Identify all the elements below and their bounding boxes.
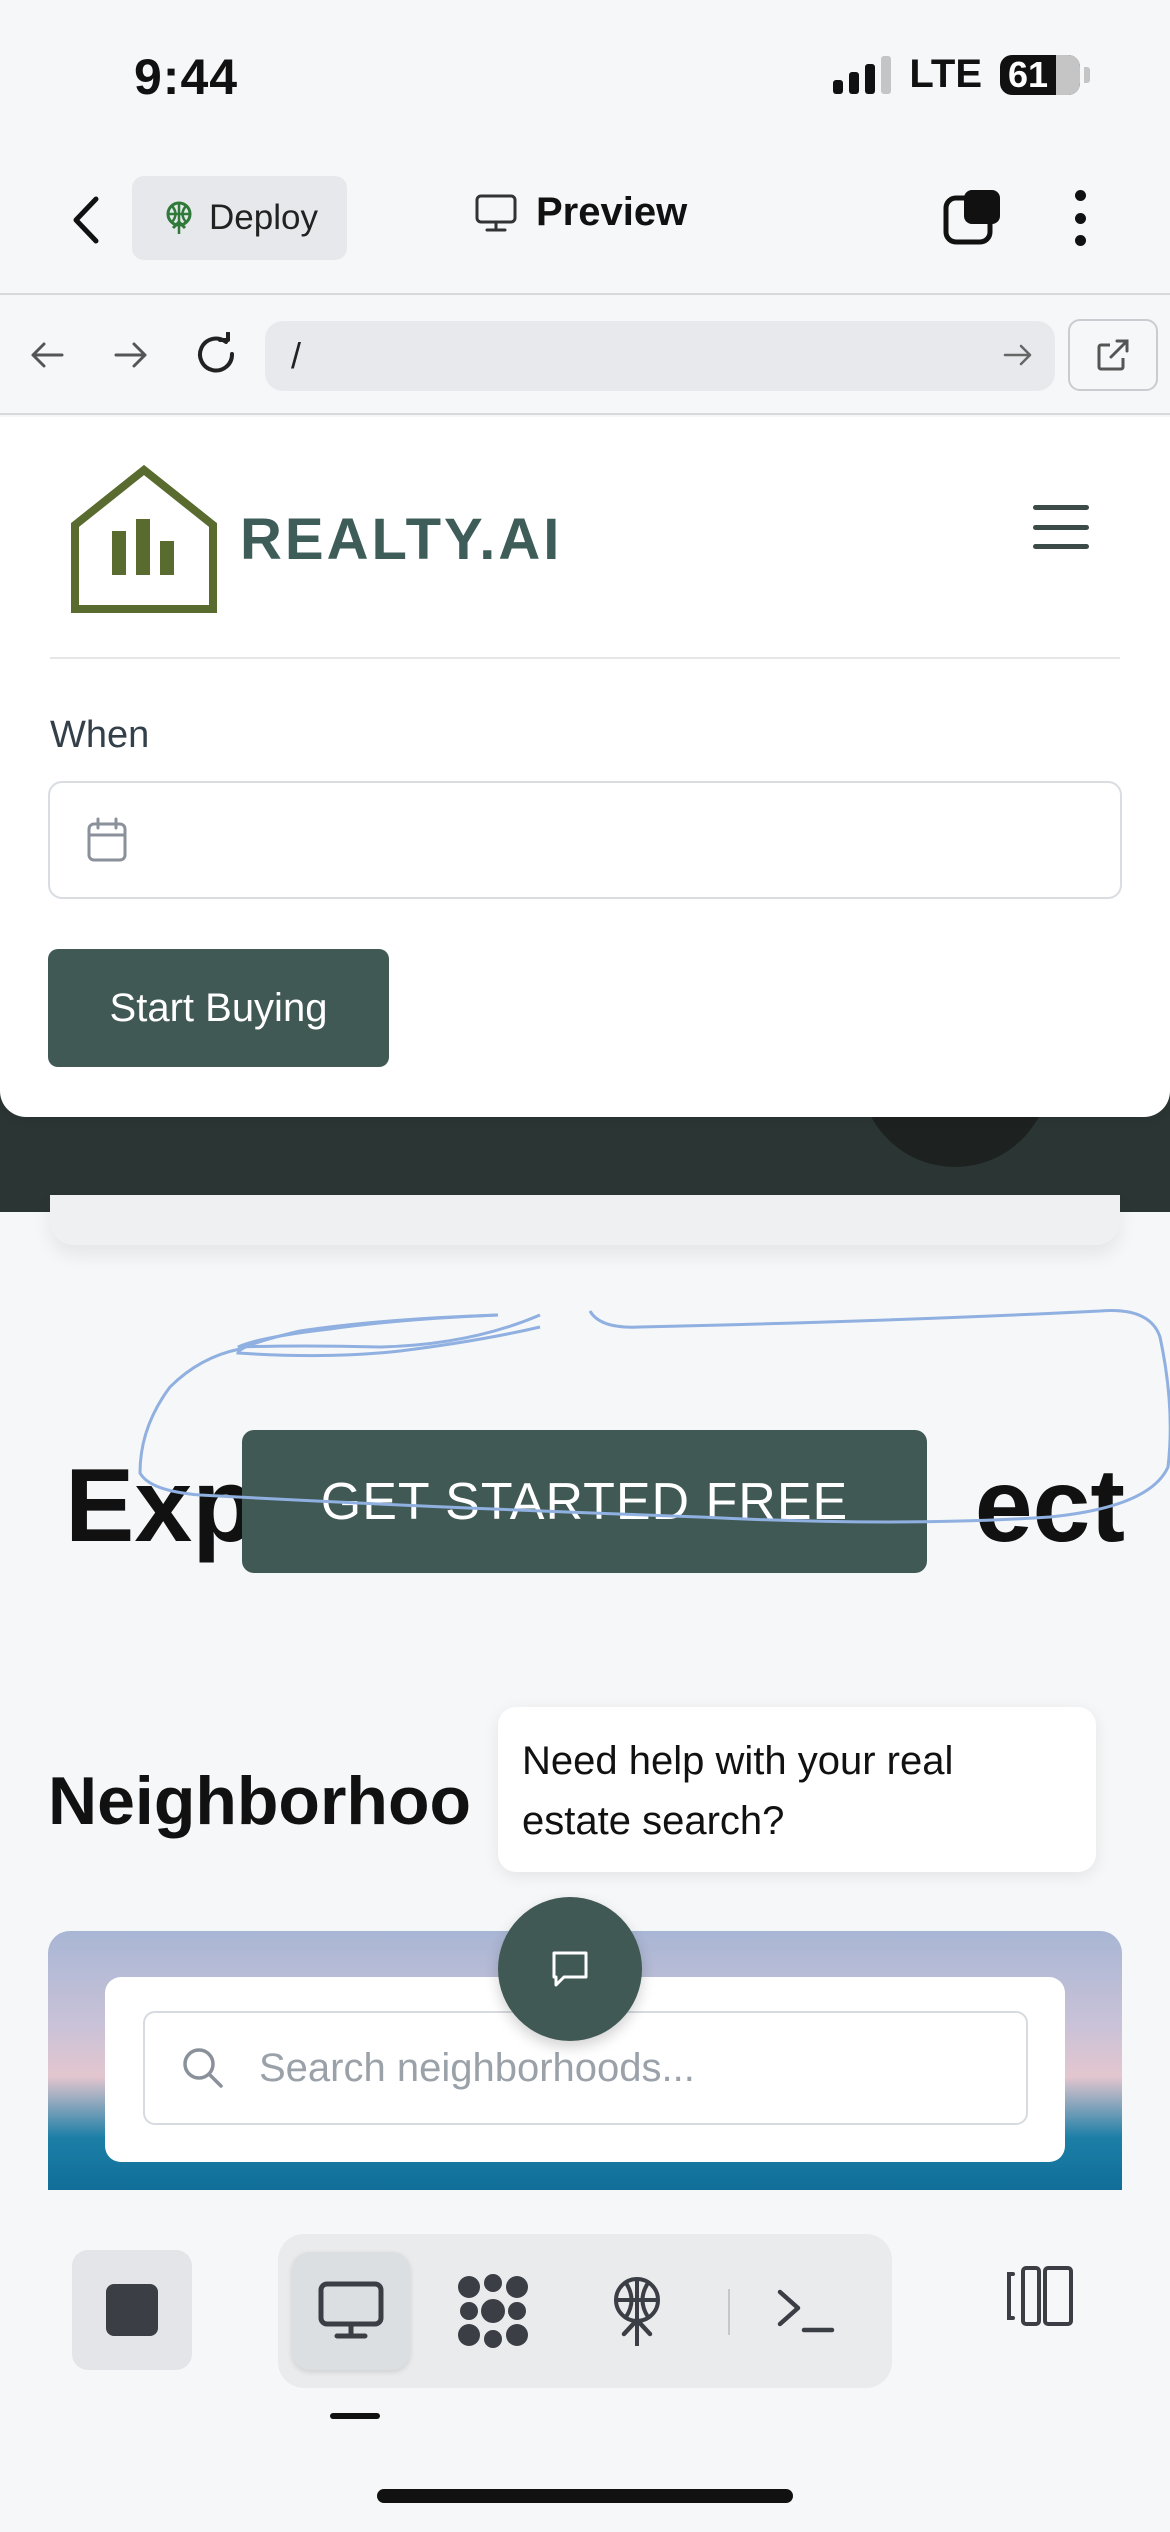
preview-tab[interactable] — [292, 2252, 410, 2370]
terminal-icon — [777, 2289, 835, 2333]
chat-icon — [552, 1951, 588, 1987]
deploy-icon — [614, 2277, 660, 2346]
house-chart-icon — [71, 465, 217, 613]
workspace-icon — [458, 2274, 528, 2348]
more-options-button[interactable] — [1060, 186, 1100, 250]
brand-name: REALTY.AI — [240, 506, 563, 572]
web-preview: REALTY.AI When Start Buying Exp ect GET … — [0, 417, 1170, 2190]
get-started-button[interactable]: GET STARTED FREE — [242, 1430, 927, 1573]
console-tab[interactable] — [746, 2252, 864, 2370]
battery-icon: 61 — [1000, 54, 1080, 95]
view-switcher — [278, 2234, 892, 2388]
battery-level: 61 — [1008, 54, 1049, 95]
preview-label: Preview — [536, 190, 688, 234]
reload-icon — [198, 332, 235, 373]
card-shadow — [50, 1195, 1120, 1245]
url-text: / — [291, 335, 302, 376]
toolbar-separator — [728, 2289, 730, 2335]
status-bar: 9:44 LTE 61 — [0, 0, 1170, 150]
home-indicator — [377, 2489, 793, 2503]
monitor-icon — [318, 2281, 384, 2339]
deploy-label: Deploy — [209, 198, 318, 237]
hero-heading-left: Exp — [65, 1448, 256, 1564]
signal-icon — [833, 55, 892, 94]
sidebar-panels-icon — [1007, 2266, 1073, 2326]
chevron-left-icon — [73, 196, 99, 244]
site-logo[interactable]: REALTY.AI — [70, 465, 562, 613]
agents-tab[interactable] — [434, 2252, 552, 2370]
active-tab-indicator — [330, 2413, 380, 2419]
arrow-right-icon — [114, 342, 147, 368]
preview-title: Preview — [474, 190, 687, 235]
network-label: LTE — [909, 52, 982, 96]
back-button[interactable] — [60, 190, 110, 250]
battery-cap — [1084, 66, 1090, 83]
browser-forward-button[interactable] — [106, 327, 156, 383]
open-external-button[interactable] — [1068, 319, 1158, 391]
arrow-left-icon — [31, 342, 64, 368]
calendar-icon — [87, 817, 127, 862]
bottom-toolbar — [0, 2190, 1170, 2532]
start-buying-button[interactable]: Start Buying — [48, 949, 389, 1067]
stop-button[interactable] — [72, 2250, 192, 2370]
site-header-card: REALTY.AI When Start Buying — [0, 417, 1170, 1117]
deploy-icon — [166, 201, 192, 234]
tabs-icon — [943, 190, 1000, 245]
reload-button[interactable] — [192, 327, 242, 383]
status-time: 9:44 — [134, 49, 239, 105]
hero-heading-right: ect — [974, 1448, 1125, 1564]
browser-back-button[interactable] — [22, 327, 72, 383]
status-indicators: LTE 61 — [833, 52, 1090, 97]
url-input[interactable]: / — [265, 321, 1055, 391]
deploy-tab[interactable] — [578, 2252, 696, 2370]
search-placeholder: Search neighborhoods... — [259, 2045, 695, 2090]
chat-help-bubble[interactable]: Need help with your real estate search? — [498, 1707, 1096, 1872]
tabs-button[interactable] — [940, 186, 1004, 250]
deploy-button[interactable]: Deploy — [132, 176, 347, 260]
neighborhoods-heading: Neighborhoo — [48, 1763, 472, 1839]
app-top-bar: Deploy Preview — [0, 150, 1170, 295]
divider — [50, 657, 1120, 659]
go-arrow-icon[interactable] — [1001, 338, 1035, 372]
external-link-icon — [1097, 339, 1129, 371]
menu-button[interactable] — [1033, 505, 1089, 549]
stop-icon — [106, 2284, 158, 2336]
when-label: When — [50, 714, 150, 756]
browser-url-bar: / — [0, 297, 1170, 415]
chat-button[interactable] — [498, 1897, 642, 2041]
date-input[interactable] — [48, 781, 1122, 899]
monitor-icon — [475, 194, 517, 231]
panels-button[interactable] — [996, 2254, 1080, 2338]
search-icon — [183, 2048, 223, 2088]
